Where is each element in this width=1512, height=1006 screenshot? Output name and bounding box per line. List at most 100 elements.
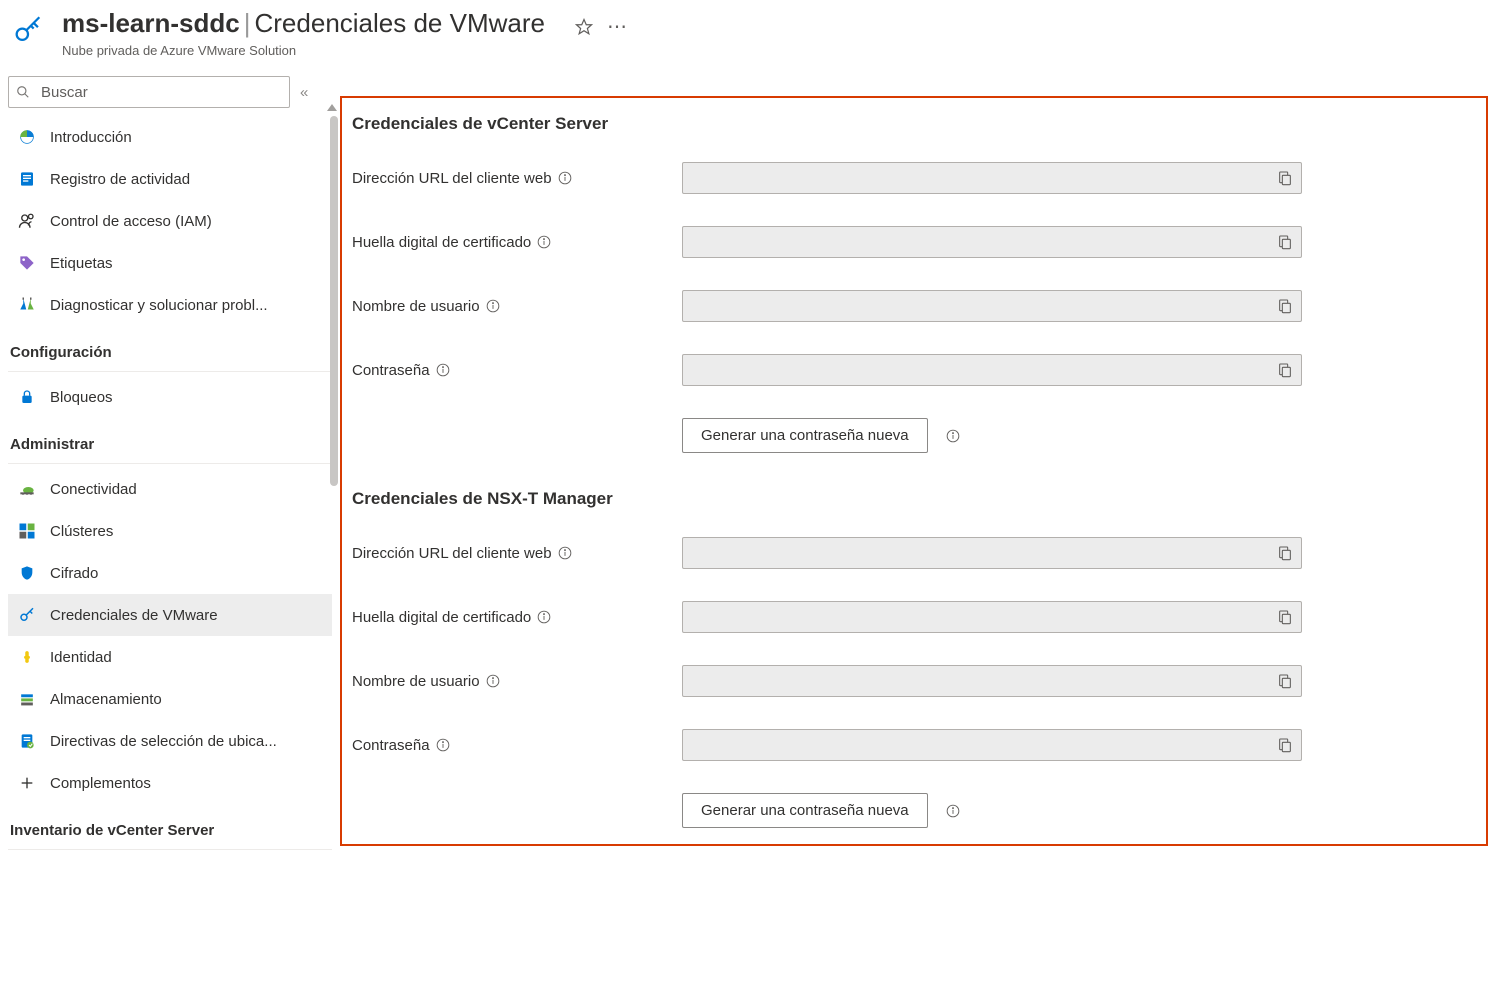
sidebar-item-label: Directivas de selección de ubica... [50, 733, 277, 750]
nsxt-username-field [682, 665, 1302, 697]
sidebar-item-diagnosticar[interactable]: Diagnosticar y solucionar probl... [8, 284, 332, 326]
addons-icon [18, 774, 36, 792]
info-icon[interactable] [558, 171, 572, 185]
vcenter-thumbprint-row: Huella digital de certificado [352, 226, 1476, 258]
sidebar-item-label: Complementos [50, 775, 151, 792]
copy-button[interactable] [1275, 232, 1295, 252]
search-box [8, 76, 290, 108]
vcenter-weburl-field [682, 162, 1302, 194]
overview-icon [18, 128, 36, 146]
sidebar-item-bloqueos[interactable]: Bloqueos [8, 376, 332, 418]
field-label: Huella digital de certificado [352, 609, 531, 626]
connectivity-icon [18, 480, 36, 498]
copy-button[interactable] [1275, 168, 1295, 188]
copy-button[interactable] [1275, 671, 1295, 691]
key-icon [8, 10, 48, 50]
main-content: Credenciales de vCenter Server Dirección… [340, 76, 1512, 846]
sidebar-item-almacenamiento[interactable]: Almacenamiento [8, 678, 332, 720]
scrollbar[interactable] [330, 116, 338, 486]
page-title-text: Credenciales de VMware [255, 8, 545, 38]
nsxt-password-field [682, 729, 1302, 761]
scroll-up-arrow[interactable] [327, 104, 337, 111]
copy-button[interactable] [1275, 543, 1295, 563]
collapse-sidebar-button[interactable]: « [300, 84, 308, 101]
sidebar-item-introduccion[interactable]: Introducción [8, 116, 332, 158]
activity-log-icon [18, 170, 36, 188]
sidebar: « Introducción Registro de actividad Con… [0, 76, 340, 854]
field-label: Dirección URL del cliente web [352, 545, 552, 562]
info-icon[interactable] [436, 738, 450, 752]
info-icon[interactable] [486, 299, 500, 313]
nsxt-thumbprint-row: Huella digital de certificado [352, 601, 1476, 633]
copy-button[interactable] [1275, 735, 1295, 755]
field-label: Contraseña [352, 737, 430, 754]
vcenter-generate-row: Generar una contraseña nueva [352, 418, 1476, 453]
sidebar-item-label: Registro de actividad [50, 171, 190, 188]
nsxt-thumbprint-field [682, 601, 1302, 633]
sidebar-item-clusteres[interactable]: Clústeres [8, 510, 332, 552]
field-label: Nombre de usuario [352, 673, 480, 690]
sidebar-item-conectividad[interactable]: Conectividad [8, 468, 332, 510]
sidebar-item-label: Credenciales de VMware [50, 607, 218, 624]
sidebar-item-credenciales-vmware[interactable]: Credenciales de VMware [8, 594, 332, 636]
info-icon[interactable] [946, 804, 960, 818]
info-icon[interactable] [537, 235, 551, 249]
vcenter-generate-password-button[interactable]: Generar una contraseña nueva [682, 418, 928, 453]
info-icon[interactable] [436, 363, 450, 377]
sidebar-item-complementos[interactable]: Complementos [8, 762, 332, 804]
copy-button[interactable] [1275, 360, 1295, 380]
resource-name: ms-learn-sddc [62, 8, 240, 38]
favorite-button[interactable] [575, 18, 593, 36]
sidebar-item-directivas[interactable]: Directivas de selección de ubica... [8, 720, 332, 762]
sidebar-group-administrar: Administrar [8, 418, 332, 464]
info-icon[interactable] [486, 674, 500, 688]
sidebar-item-label: Cifrado [50, 565, 98, 582]
sidebar-item-label: Bloqueos [50, 389, 113, 406]
sidebar-group-configuracion: Configuración [8, 326, 332, 372]
info-icon[interactable] [946, 429, 960, 443]
credentials-panel: Credenciales de vCenter Server Dirección… [340, 96, 1488, 846]
sidebar-item-label: Clústeres [50, 523, 113, 540]
sidebar-item-etiquetas[interactable]: Etiquetas [8, 242, 332, 284]
sidebar-item-label: Almacenamiento [50, 691, 162, 708]
page-header: ms-learn-sddc|Credenciales de VMware Nub… [0, 0, 1512, 76]
nsxt-weburl-row: Dirección URL del cliente web [352, 537, 1476, 569]
nsxt-generate-row: Generar una contraseña nueva [352, 793, 1476, 828]
sidebar-item-label: Etiquetas [50, 255, 113, 272]
sidebar-item-control-acceso[interactable]: Control de acceso (IAM) [8, 200, 332, 242]
field-label: Dirección URL del cliente web [352, 170, 552, 187]
vcenter-password-row: Contraseña [352, 354, 1476, 386]
more-button[interactable]: ⋯ [607, 14, 627, 39]
search-input[interactable] [8, 76, 290, 108]
info-icon[interactable] [537, 610, 551, 624]
title-separator: | [244, 8, 251, 38]
locks-icon [18, 388, 36, 406]
iam-icon [18, 212, 36, 230]
vcenter-username-row: Nombre de usuario [352, 290, 1476, 322]
tags-icon [18, 254, 36, 272]
vcenter-username-field [682, 290, 1302, 322]
storage-icon [18, 690, 36, 708]
sidebar-item-label: Introducción [50, 129, 132, 146]
identity-icon [18, 648, 36, 666]
nsxt-generate-password-button[interactable]: Generar una contraseña nueva [682, 793, 928, 828]
sidebar-item-label: Diagnosticar y solucionar probl... [50, 297, 268, 314]
vcenter-thumbprint-field [682, 226, 1302, 258]
field-label: Nombre de usuario [352, 298, 480, 315]
nsxt-password-row: Contraseña [352, 729, 1476, 761]
key-icon [18, 606, 36, 624]
sidebar-item-identidad[interactable]: Identidad [8, 636, 332, 678]
page-title: ms-learn-sddc|Credenciales de VMware [62, 8, 545, 39]
page-subtitle: Nube privada de Azure VMware Solution [62, 43, 545, 58]
vcenter-weburl-row: Dirección URL del cliente web [352, 162, 1476, 194]
field-label: Contraseña [352, 362, 430, 379]
nsxt-section-title: Credenciales de NSX-T Manager [352, 489, 1476, 509]
sidebar-nav: Introducción Registro de actividad Contr… [8, 116, 332, 850]
sidebar-item-registro-actividad[interactable]: Registro de actividad [8, 158, 332, 200]
info-icon[interactable] [558, 546, 572, 560]
copy-button[interactable] [1275, 607, 1295, 627]
placement-policies-icon [18, 732, 36, 750]
sidebar-item-cifrado[interactable]: Cifrado [8, 552, 332, 594]
encryption-icon [18, 564, 36, 582]
copy-button[interactable] [1275, 296, 1295, 316]
